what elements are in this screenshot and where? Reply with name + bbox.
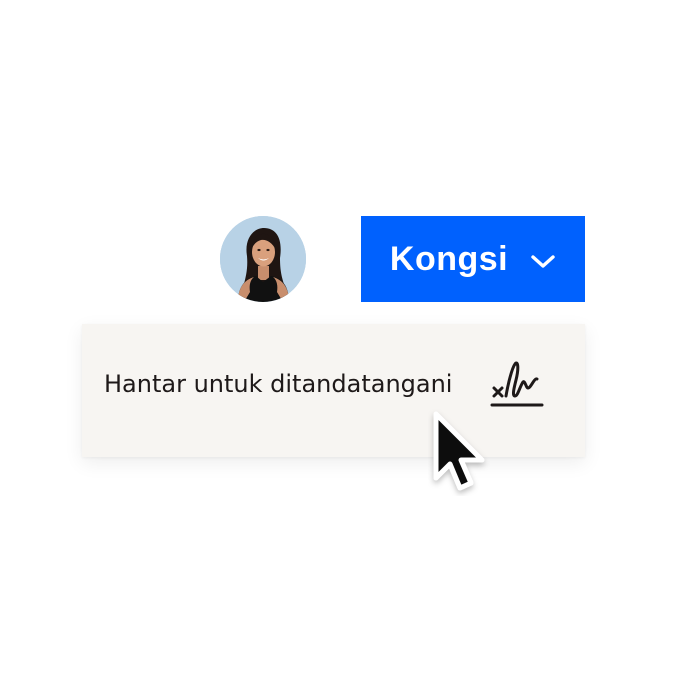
signature-icon: [490, 361, 544, 407]
share-dropdown-menu: Hantar untuk ditandatangani: [82, 324, 585, 457]
chevron-down-icon: [531, 255, 555, 268]
mouse-pointer-icon: [433, 411, 485, 491]
share-button-label: Kongsi: [389, 239, 509, 278]
menu-item-label: Hantar untuk ditandatangani: [104, 370, 453, 398]
user-avatar-photo: [220, 216, 306, 302]
share-widget: Kongsi Hantar untuk ditandatangani: [0, 0, 690, 690]
avatar[interactable]: [220, 216, 306, 302]
menu-item-send-for-signature[interactable]: Hantar untuk ditandatangani: [82, 324, 585, 457]
share-button[interactable]: Kongsi: [361, 216, 585, 302]
